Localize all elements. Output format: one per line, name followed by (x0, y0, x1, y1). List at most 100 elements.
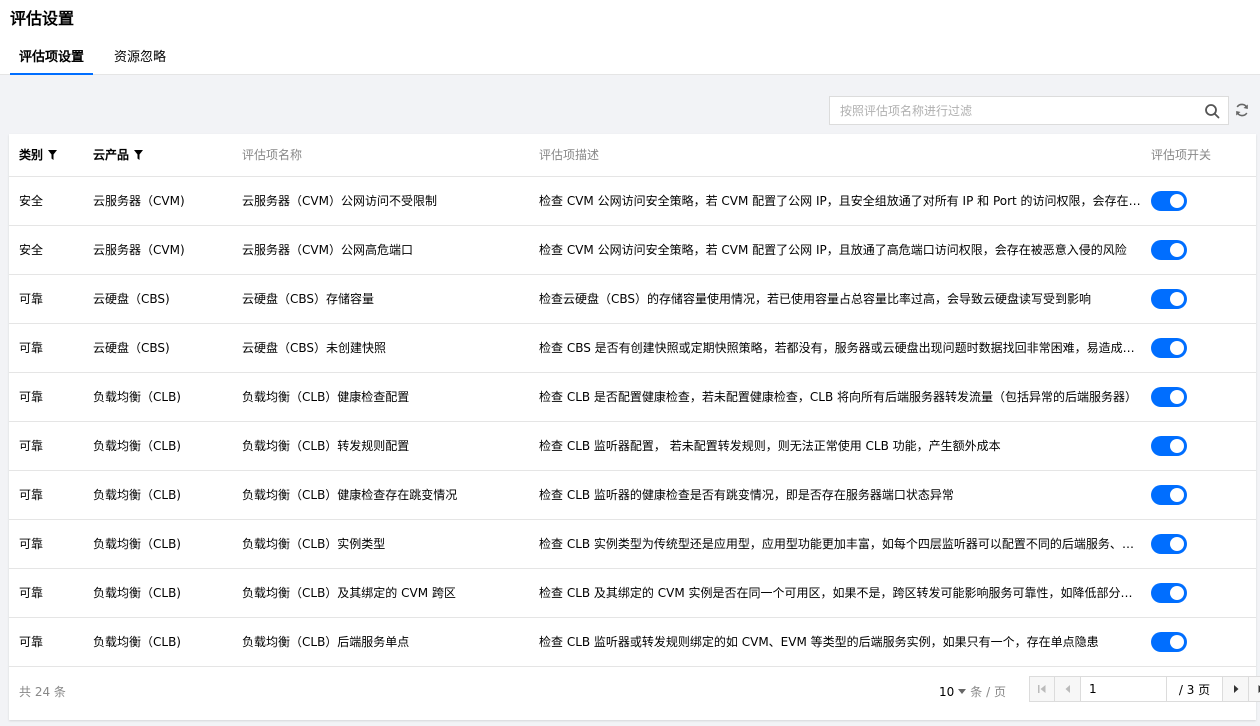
cell-switch (1141, 519, 1256, 569)
table-row: 安全 云服务器（CVM) 云服务器（CVM）公网访问不受限制 检查 CVM 公网… (9, 176, 1256, 226)
assessment-toggle[interactable] (1151, 239, 1187, 260)
table-row: 可靠 负载均衡（CLB) 负载均衡（CLB）实例类型 检查 CLB 实例类型为传… (9, 519, 1256, 569)
search-input[interactable] (830, 97, 1190, 124)
cell-description: 检查 CLB 实例类型为传统型还是应用型，应用型功能更加丰富，如每个四层监听器可… (529, 519, 1141, 569)
cell-description: 检查 CBS 是否有创建快照或定期快照策略，若都没有，服务器或云硬盘出现问题时数… (529, 323, 1141, 373)
page-title: 评估设置 (10, 9, 75, 28)
next-page-icon (1233, 685, 1238, 693)
cell-description: 检查 CVM 公网访问安全策略，若 CVM 配置了公网 IP，且放通了高危端口访… (529, 225, 1141, 275)
cell-name: 负载均衡（CLB）后端服务单点 (232, 617, 529, 667)
cell-description: 检查 CVM 公网访问安全策略，若 CVM 配置了公网 IP，且安全组放通了对所… (529, 176, 1141, 226)
assessment-toggle[interactable] (1151, 386, 1187, 407)
filter-icon[interactable] (48, 150, 58, 161)
assessment-toggle[interactable] (1151, 484, 1187, 505)
column-header-product[interactable]: 云产品 (83, 134, 232, 177)
chevron-down-icon (958, 689, 967, 694)
total-pages: / 3 页 (1167, 676, 1223, 702)
table-row: 可靠 负载均衡（CLB) 负载均衡（CLB）健康检查存在跳变情况 检查 CLB … (9, 470, 1256, 520)
cell-switch (1141, 421, 1256, 471)
cell-description: 检查 CLB 及其绑定的 CVM 实例是否在同一个可用区，如果不是，跨区转发可能… (529, 568, 1141, 618)
cell-description: 检查 CLB 监听器或转发规则绑定的如 CVM、EVM 等类型的后端服务实例，如… (529, 617, 1141, 667)
table-footer: 共 24 条 10 条 / 页 / 3 页 (9, 664, 1260, 720)
cell-category: 可靠 (9, 617, 83, 667)
cell-product: 负载均衡（CLB) (83, 568, 232, 618)
cell-product: 负载均衡（CLB) (83, 519, 232, 569)
assessment-toggle[interactable] (1151, 288, 1187, 309)
cell-category: 安全 (9, 225, 83, 275)
first-page-icon (1038, 685, 1046, 693)
cell-switch (1141, 225, 1256, 275)
cell-name: 云硬盘（CBS）未创建快照 (232, 323, 529, 373)
cell-product: 负载均衡（CLB) (83, 421, 232, 471)
total-count: 共 24 条 (19, 685, 66, 699)
prev-page-button[interactable] (1055, 676, 1081, 702)
assessment-toggle[interactable] (1151, 337, 1187, 358)
cell-switch (1141, 323, 1256, 373)
cell-category: 可靠 (9, 568, 83, 618)
assessment-table-card: 类别 云产品 评估项名称 评估项描述 评估项开关 安全 云服务器（CVM) 云服… (9, 134, 1260, 720)
cell-name: 负载均衡（CLB）转发规则配置 (232, 421, 529, 471)
cell-product: 云服务器（CVM) (83, 176, 232, 226)
cell-name: 负载均衡（CLB）及其绑定的 CVM 跨区 (232, 568, 529, 618)
cell-description: 检查 CLB 监听器配置， 若未配置转发规则，则无法正常使用 CLB 功能，产生… (529, 421, 1141, 471)
table-header-row: 类别 云产品 评估项名称 评估项描述 评估项开关 (9, 134, 1256, 177)
cell-category: 可靠 (9, 470, 83, 520)
cell-category: 安全 (9, 176, 83, 226)
pagination: / 3 页 (1029, 676, 1260, 702)
refresh-icon[interactable] (1234, 102, 1250, 118)
cell-name: 云硬盘（CBS）存储容量 (232, 274, 529, 324)
column-header-switch: 评估项开关 (1141, 134, 1256, 177)
tab-bar: 评估项设置 资源忽略 (10, 48, 175, 75)
cell-name: 云服务器（CVM）公网高危端口 (232, 225, 529, 275)
cell-product: 负载均衡（CLB) (83, 617, 232, 667)
cell-category: 可靠 (9, 372, 83, 422)
cell-description: 检查 CLB 是否配置健康检查，若未配置健康检查，CLB 将向所有后端服务器转发… (529, 372, 1141, 422)
assessment-toggle[interactable] (1151, 533, 1187, 554)
cell-name: 云服务器（CVM）公网访问不受限制 (232, 176, 529, 226)
assessment-toggle[interactable] (1151, 631, 1187, 652)
cell-switch (1141, 176, 1256, 226)
cell-switch (1141, 372, 1256, 422)
tab-resource-ignore[interactable]: 资源忽略 (105, 48, 175, 75)
assessment-toggle[interactable] (1151, 435, 1187, 456)
search-box (829, 96, 1229, 125)
column-header-description: 评估项描述 (529, 134, 1141, 177)
next-page-button[interactable] (1223, 676, 1249, 702)
cell-description: 检查 CLB 监听器的健康检查是否有跳变情况，即是否存在服务器端口状态异常 (529, 470, 1141, 520)
assessment-toggle[interactable] (1151, 190, 1187, 211)
cell-name: 负载均衡（CLB）实例类型 (232, 519, 529, 569)
search-icon[interactable] (1204, 103, 1220, 119)
cell-category: 可靠 (9, 323, 83, 373)
cell-switch (1141, 568, 1256, 618)
page-header: 评估设置 评估项设置 资源忽略 (0, 0, 1260, 75)
cell-category: 可靠 (9, 274, 83, 324)
cell-product: 负载均衡（CLB) (83, 470, 232, 520)
cell-product: 负载均衡（CLB) (83, 372, 232, 422)
table-row: 安全 云服务器（CVM) 云服务器（CVM）公网高危端口 检查 CVM 公网访问… (9, 225, 1256, 275)
cell-switch (1141, 274, 1256, 324)
page-size-selector[interactable]: 10 条 / 页 (939, 683, 1006, 700)
cell-category: 可靠 (9, 519, 83, 569)
last-page-button[interactable] (1249, 676, 1260, 702)
cell-switch (1141, 470, 1256, 520)
last-page-icon (1258, 685, 1260, 693)
filter-icon[interactable] (134, 150, 144, 161)
cell-product: 云硬盘（CBS) (83, 274, 232, 324)
cell-name: 负载均衡（CLB）健康检查配置 (232, 372, 529, 422)
column-header-category[interactable]: 类别 (9, 134, 83, 177)
table-row: 可靠 云硬盘（CBS) 云硬盘（CBS）存储容量 检查云硬盘（CBS）的存储容量… (9, 274, 1256, 324)
tab-assessment-settings[interactable]: 评估项设置 (10, 48, 94, 75)
table-row: 可靠 负载均衡（CLB) 负载均衡（CLB）转发规则配置 检查 CLB 监听器配… (9, 421, 1256, 471)
first-page-button[interactable] (1029, 676, 1055, 702)
cell-category: 可靠 (9, 421, 83, 471)
cell-product: 云硬盘（CBS) (83, 323, 232, 373)
page-number-input[interactable] (1081, 676, 1167, 702)
column-header-name: 评估项名称 (232, 134, 529, 177)
table-row: 可靠 负载均衡（CLB) 负载均衡（CLB）健康检查配置 检查 CLB 是否配置… (9, 372, 1256, 422)
assessment-toggle[interactable] (1151, 582, 1187, 603)
table-row: 可靠 负载均衡（CLB) 负载均衡（CLB）后端服务单点 检查 CLB 监听器或… (9, 617, 1256, 667)
cell-switch (1141, 617, 1256, 667)
page-size-unit: 条 / 页 (970, 685, 1006, 699)
table-row: 可靠 负载均衡（CLB) 负载均衡（CLB）及其绑定的 CVM 跨区 检查 CL… (9, 568, 1256, 618)
table-row: 可靠 云硬盘（CBS) 云硬盘（CBS）未创建快照 检查 CBS 是否有创建快照… (9, 323, 1256, 373)
